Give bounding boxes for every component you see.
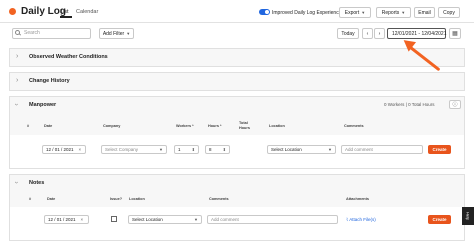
- info-icon[interactable]: ⓘ: [449, 100, 461, 109]
- col-header: Comments: [209, 197, 229, 201]
- chevron-left-icon: ‹: [366, 30, 369, 37]
- history-section[interactable]: [9, 72, 465, 91]
- company-select[interactable]: Select Company ▼: [101, 145, 167, 154]
- export-button[interactable]: Export ▼: [339, 7, 371, 18]
- notes-title: Notes: [29, 180, 45, 186]
- clear-icon[interactable]: ×: [81, 217, 84, 222]
- col-header: #: [29, 197, 32, 201]
- manpower-summary: 0 Workers | 0 Total Hours: [384, 102, 435, 107]
- chevron-down-icon[interactable]: ›: [13, 103, 20, 105]
- calendar-icon[interactable]: ▦: [449, 28, 461, 39]
- prev-date-button[interactable]: ‹: [362, 28, 373, 39]
- tab-list[interactable]: List: [60, 9, 69, 15]
- chevron-down-icon: ▼: [159, 147, 163, 152]
- weather-title: Observed Weather Conditions: [29, 54, 108, 60]
- clear-icon[interactable]: ×: [79, 147, 82, 152]
- workers-stepper[interactable]: 1 ⬍: [174, 145, 199, 154]
- col-header: Company: [103, 124, 121, 128]
- add-filter-button[interactable]: Add Filter ▼: [99, 28, 134, 39]
- col-header: Date: [47, 197, 56, 201]
- col-header: Attachments: [346, 197, 369, 201]
- stepper-icon[interactable]: ⬍: [192, 147, 195, 152]
- location-placeholder: Select Location: [271, 147, 302, 152]
- comment-placeholder: Add comment: [345, 147, 373, 152]
- help-tab[interactable]: Help: [462, 207, 474, 225]
- chevron-right-icon[interactable]: ›: [16, 77, 18, 84]
- date-range-input[interactable]: 12/01/2021 - 12/04/2021: [387, 28, 447, 39]
- company-placeholder: Select Company: [105, 147, 139, 152]
- col-header: Location: [269, 124, 285, 128]
- col-header: Workers *: [176, 124, 194, 128]
- reports-button[interactable]: Reports ▼: [376, 7, 411, 18]
- history-title: Change History: [29, 78, 70, 84]
- location-placeholder: Select Location: [132, 217, 163, 222]
- procore-logo-icon: [9, 8, 16, 15]
- tab-list-underline: [60, 16, 72, 18]
- manpower-create-button[interactable]: Create: [428, 145, 451, 154]
- stepper-icon[interactable]: ⬍: [223, 147, 226, 152]
- chevron-down-icon[interactable]: ›: [13, 181, 20, 183]
- chevron-down-icon: ▼: [401, 10, 406, 15]
- header-divider: [0, 22, 474, 23]
- today-button[interactable]: Today: [337, 28, 359, 39]
- reports-label: Reports: [381, 9, 400, 16]
- manpower-comment-input[interactable]: Add comment: [341, 145, 423, 154]
- manpower-title: Manpower: [29, 102, 57, 108]
- notes-comment-input[interactable]: Add comment: [207, 215, 338, 224]
- tab-calendar[interactable]: Calendar: [76, 9, 98, 15]
- notes-location-select[interactable]: Select Location ▼: [128, 215, 202, 224]
- manpower-date-value: 12 / 01 / 2021: [46, 147, 74, 152]
- chevron-down-icon: ▼: [328, 147, 332, 152]
- toggle-knob: [265, 10, 269, 14]
- col-header: Hours *: [208, 124, 222, 128]
- issue-checkbox[interactable]: [111, 216, 117, 222]
- workers-value: 1: [178, 147, 181, 152]
- email-button[interactable]: Email: [414, 7, 435, 18]
- comment-placeholder: Add comment: [211, 217, 239, 222]
- hours-stepper[interactable]: 8 ⬍: [205, 145, 230, 154]
- add-filter-label: Add Filter: [102, 30, 125, 37]
- chevron-right-icon: ›: [378, 30, 381, 37]
- col-header: Total Hours: [239, 121, 250, 130]
- col-header: #: [27, 124, 30, 128]
- manpower-location-select[interactable]: Select Location ▼: [267, 145, 336, 154]
- paperclip-icon: ⌇: [346, 217, 349, 222]
- toggle-label: Improved Daily Log Experience: [272, 9, 342, 16]
- attach-files-link[interactable]: ⌇ Attach File(s): [346, 217, 376, 223]
- notes-create-button[interactable]: Create: [428, 215, 451, 224]
- copy-button[interactable]: Copy: [438, 7, 460, 18]
- search-placeholder: Search: [24, 30, 40, 36]
- notes-date-value: 12 / 01 / 2021: [48, 217, 76, 222]
- chevron-down-icon: ▼: [361, 10, 366, 15]
- hours-value: 8: [209, 147, 212, 152]
- manpower-date-input[interactable]: 12 / 01 / 2021 ×: [42, 145, 86, 154]
- col-header: Issue?: [110, 197, 123, 201]
- attach-files-label: Attach File(s): [349, 217, 376, 222]
- col-header: Location: [129, 197, 145, 201]
- chevron-down-icon: ▼: [126, 31, 131, 36]
- col-header: Date: [44, 124, 53, 128]
- notes-date-input[interactable]: 12 / 01 / 2021 ×: [44, 215, 89, 224]
- chevron-right-icon[interactable]: ›: [16, 53, 18, 60]
- next-date-button[interactable]: ›: [374, 28, 385, 39]
- export-label: Export: [344, 9, 360, 16]
- col-header: Comments: [344, 124, 364, 128]
- chevron-down-icon: ▼: [194, 217, 198, 222]
